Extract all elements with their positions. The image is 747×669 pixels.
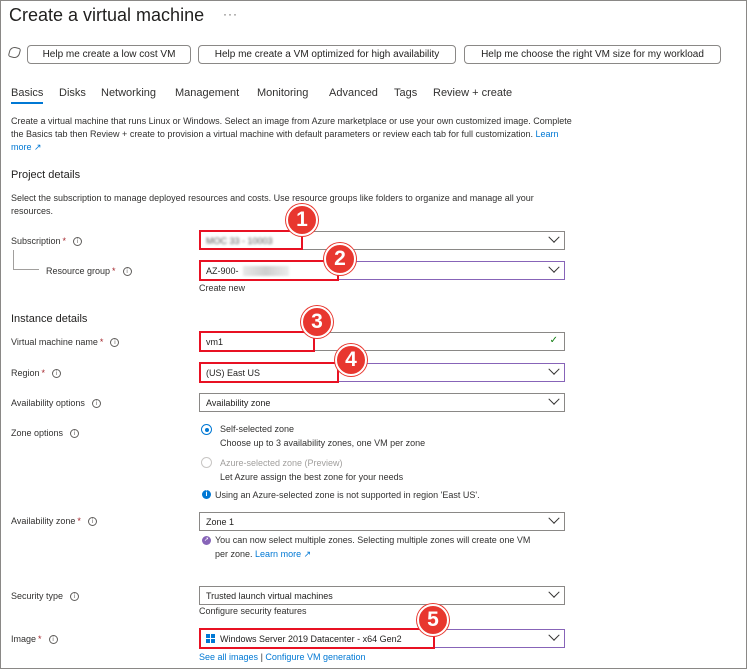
availability-options-dropdown[interactable]: Availability zone [199, 393, 565, 412]
callout-badge-5: 5 [417, 604, 449, 636]
highlight-resource-group [199, 260, 339, 281]
azure-selected-zone-title: Azure-selected zone (Preview) [220, 458, 343, 468]
vm-size-button[interactable]: Help me choose the right VM size for my … [464, 45, 721, 64]
image-links: See all images | Configure VM generation [199, 652, 366, 662]
multi-zone-tip-line1: You can now select multiple zones. Selec… [215, 535, 531, 545]
multi-zone-tip-line2: per zone. Learn more ↗ [215, 549, 312, 559]
callout-badge-3: 3 [301, 306, 333, 338]
tree-connector [13, 250, 39, 270]
image-label: Image * i [11, 634, 58, 644]
azure-selected-zone-desc: Let Azure assign the best zone for your … [220, 472, 404, 482]
callout-badge-4: 4 [335, 344, 367, 376]
info-icon: i [87, 516, 97, 526]
chevron-down-icon [548, 629, 560, 641]
info-icon: i [70, 591, 80, 601]
info-icon: i [122, 266, 132, 276]
info-filled-icon: i [202, 490, 211, 499]
chevron-down-icon [548, 231, 560, 243]
tab-disks[interactable]: Disks [59, 87, 86, 99]
availability-zone-dropdown[interactable]: Zone 1 [199, 512, 565, 531]
highlight-subscription [199, 230, 303, 250]
callout-badge-1: 1 [286, 204, 318, 236]
more-options-button[interactable]: ··· [223, 7, 238, 21]
multi-zone-learn-more-link[interactable]: Learn more [255, 549, 301, 559]
copilot-icon [7, 45, 22, 60]
low-cost-vm-button[interactable]: Help me create a low cost VM [27, 45, 191, 64]
tab-management[interactable]: Management [175, 87, 239, 99]
resource-group-label: Resource group * i [46, 266, 132, 276]
vm-name-label: Virtual machine name * i [11, 337, 120, 347]
info-icon: i [73, 236, 83, 246]
security-type-dropdown[interactable]: Trusted launch virtual machines [199, 586, 565, 605]
self-selected-zone-desc: Choose up to 3 availability zones, one V… [220, 438, 426, 448]
create-new-link[interactable]: Create new [199, 283, 245, 293]
external-link-icon: ↗ [34, 142, 42, 152]
highlight-region [199, 362, 339, 383]
callout-badge-2: 2 [324, 243, 356, 275]
tab-advanced[interactable]: Advanced [329, 87, 378, 99]
security-type-label: Security type i [11, 591, 80, 601]
project-details-heading: Project details [11, 169, 81, 181]
chevron-down-icon [548, 261, 560, 273]
external-link-icon: ↗ [303, 549, 312, 559]
info-icon: i [110, 337, 120, 347]
create-vm-blade: Create a virtual machine ··· Help me cre… [0, 0, 747, 669]
tab-networking[interactable]: Networking [101, 87, 156, 99]
page-title: Create a virtual machine [9, 5, 205, 25]
tab-monitoring[interactable]: Monitoring [257, 87, 308, 99]
configure-vm-generation-link[interactable]: Configure VM generation [265, 652, 365, 662]
tab-tags[interactable]: Tags [394, 87, 417, 99]
rocket-icon: ➚ [202, 536, 211, 545]
tab-review-create[interactable]: Review + create [433, 87, 512, 99]
subscription-label: Subscription * i [11, 236, 83, 246]
chevron-down-icon [548, 512, 560, 524]
self-selected-zone-radio[interactable] [201, 424, 212, 435]
highlight-image [199, 628, 435, 649]
azure-selected-zone-radio[interactable] [201, 457, 212, 468]
info-icon: i [48, 634, 58, 644]
configure-security-link[interactable]: Configure security features [199, 606, 307, 616]
region-label: Region * i [11, 368, 62, 378]
info-icon: i [52, 368, 62, 378]
instance-details-heading: Instance details [11, 313, 88, 325]
high-availability-button[interactable]: Help me create a VM optimized for high a… [198, 45, 456, 64]
chevron-down-icon [548, 586, 560, 598]
availability-options-label: Availability options i [11, 398, 101, 408]
zone-options-label: Zone options i [11, 428, 80, 438]
self-selected-zone-title: Self-selected zone [220, 424, 295, 434]
chevron-down-icon [548, 363, 560, 375]
chevron-down-icon [548, 393, 560, 405]
highlight-vm-name [199, 331, 315, 352]
zone-not-supported-note: Using an Azure-selected zone is not supp… [215, 490, 480, 500]
tab-basics[interactable]: Basics [11, 87, 44, 104]
see-all-images-link[interactable]: See all images [199, 652, 258, 662]
availability-zone-label: Availability zone * i [11, 516, 97, 526]
info-icon: i [91, 398, 101, 408]
checkmark-icon: ✓ [549, 335, 558, 346]
info-icon: i [70, 428, 80, 438]
intro-text: Create a virtual machine that runs Linux… [11, 116, 572, 152]
